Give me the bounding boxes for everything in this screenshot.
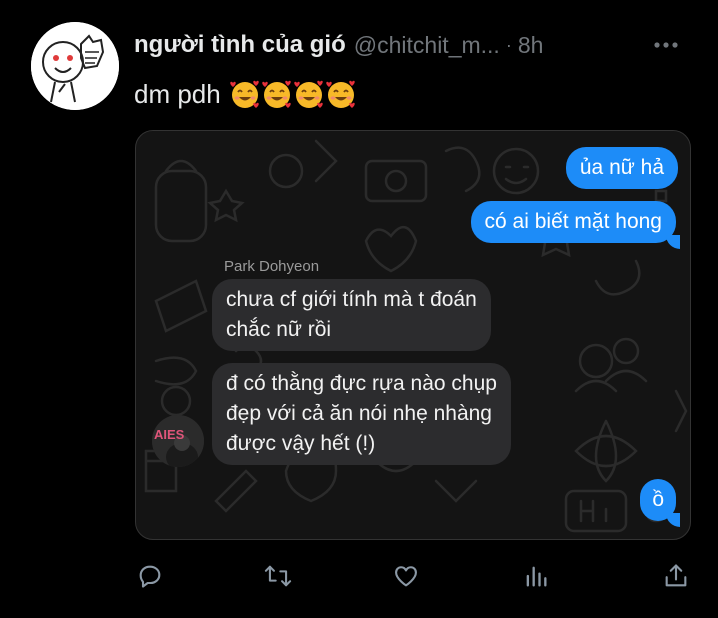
separator: · bbox=[505, 34, 512, 55]
smiling-face-with-hearts-icon bbox=[293, 80, 323, 108]
smiling-face-with-hearts-icon bbox=[325, 80, 355, 108]
like-icon[interactable] bbox=[386, 556, 426, 596]
tweet-header: người tình của gió @chitchit_m... · 8h bbox=[134, 30, 698, 60]
tweet-text: dm pdh bbox=[134, 78, 357, 110]
incoming-message: chưa cf giới tính mà t đoán chắc nữ rồi bbox=[212, 279, 491, 351]
analytics-icon[interactable] bbox=[516, 556, 556, 596]
tweet-text-content: dm pdh bbox=[134, 78, 221, 109]
retweet-icon[interactable] bbox=[258, 556, 298, 596]
share-icon[interactable] bbox=[656, 556, 696, 596]
tweet-time[interactable]: 8h bbox=[518, 32, 544, 59]
sender-name: Park Dohyeon bbox=[224, 258, 320, 275]
more-options-icon[interactable] bbox=[646, 30, 686, 60]
outgoing-message: ủa nữ hả bbox=[565, 147, 678, 189]
incoming-message: đ có thằng đực rựa nào chụp đẹp với cả ă… bbox=[212, 363, 511, 465]
chat-avatar: AIES bbox=[152, 415, 204, 467]
message-line: đ có thằng đực rựa nào chụp bbox=[226, 372, 497, 395]
author-handle[interactable]: @chitchit_m... bbox=[354, 32, 500, 59]
smiling-face-with-hearts-icon bbox=[229, 80, 259, 108]
message-line: được vậy hết (!) bbox=[226, 432, 376, 455]
tweet-actions bbox=[130, 556, 700, 596]
outgoing-message: có ai biết mặt hong bbox=[470, 201, 676, 243]
author-avatar[interactable] bbox=[31, 22, 119, 110]
smiling-face-with-hearts-icon bbox=[261, 80, 291, 108]
author-name[interactable]: người tình của gió bbox=[134, 31, 346, 59]
message-line: chưa cf giới tính mà t đoán bbox=[226, 288, 477, 311]
message-line: chắc nữ rồi bbox=[226, 318, 332, 341]
tweet-media-image[interactable]: ủa nữ hả có ai biết mặt hong Park Dohyeo… bbox=[135, 130, 691, 540]
message-line: đẹp với cả ăn nói nhẹ nhàng bbox=[226, 402, 492, 425]
chat-avatar-text: AIES bbox=[154, 427, 185, 442]
reply-icon[interactable] bbox=[130, 556, 170, 596]
emoji-group bbox=[229, 78, 357, 110]
